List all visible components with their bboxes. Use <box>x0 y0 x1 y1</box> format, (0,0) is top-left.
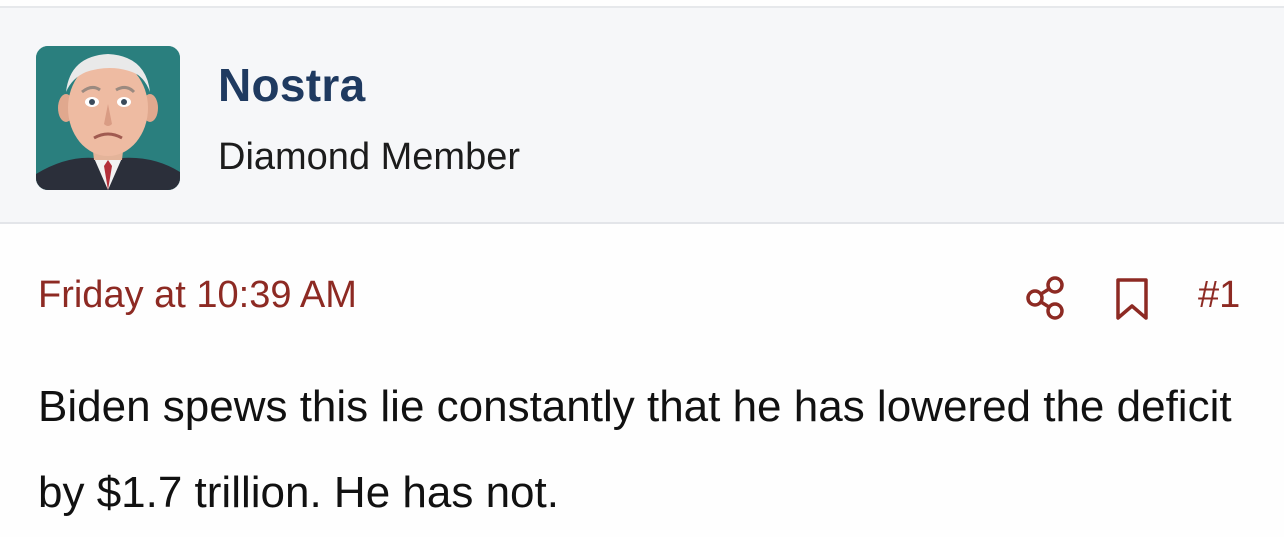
post-date[interactable]: Friday at 10:39 AM <box>38 274 357 317</box>
user-title: Diamond Member <box>218 136 520 178</box>
forum-post: Nostra Diamond Member Friday at 10:39 AM… <box>0 0 1284 537</box>
post-body: Biden spews this lie constantly that he … <box>38 382 1232 517</box>
bookmark-icon <box>1116 278 1148 320</box>
avatar[interactable] <box>36 46 180 190</box>
post-number-link[interactable]: #1 <box>1198 274 1240 317</box>
share-button[interactable] <box>1024 274 1068 322</box>
user-photo-avatar-icon <box>36 46 180 190</box>
share-icon <box>1026 276 1064 320</box>
username[interactable]: Nostra <box>218 58 366 112</box>
post-user-block: Nostra Diamond Member <box>0 6 1284 224</box>
post-meta-row: Friday at 10:39 AM #1 <box>0 268 1284 328</box>
bookmark-button[interactable] <box>1112 276 1152 322</box>
